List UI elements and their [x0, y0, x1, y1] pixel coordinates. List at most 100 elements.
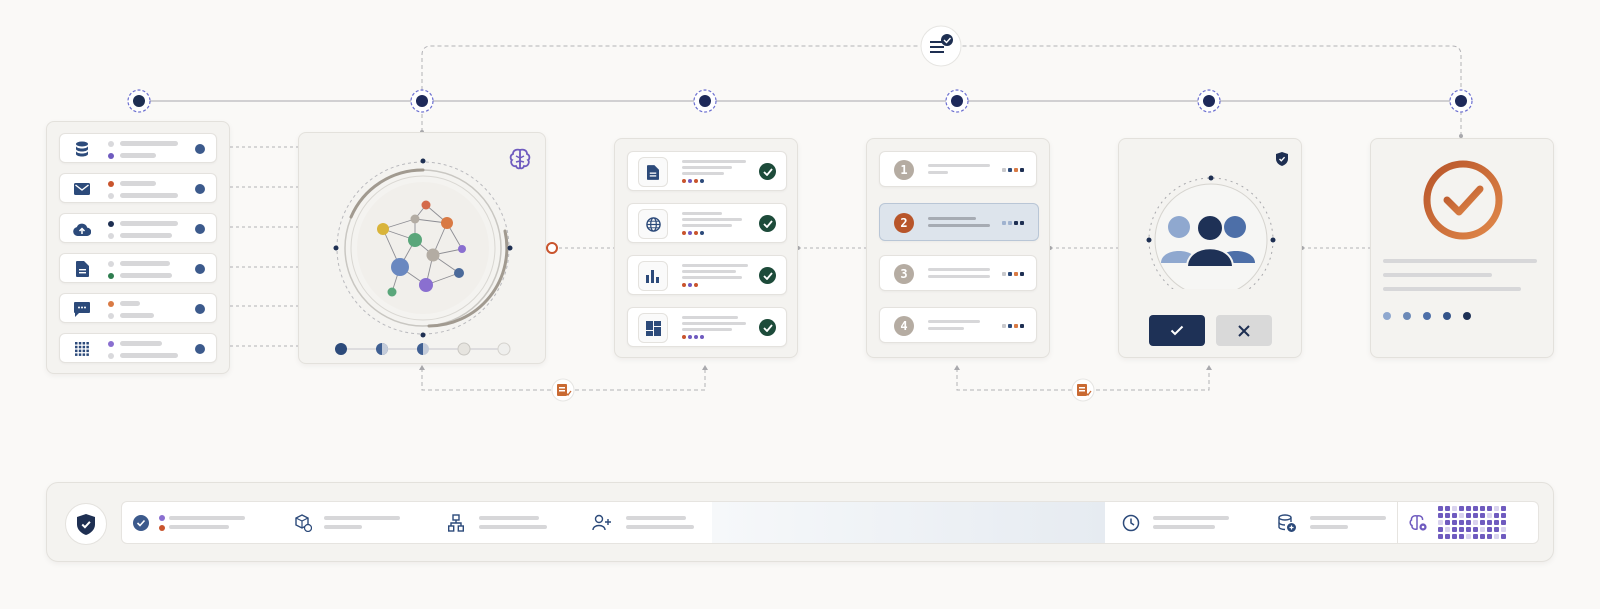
matrix-cell	[1501, 513, 1506, 518]
validated-item[interactable]	[627, 203, 787, 243]
matrix-cell	[1480, 520, 1485, 525]
matrix-cell	[1494, 513, 1499, 518]
review-task-icon[interactable]	[1071, 378, 1095, 402]
matrix-cell	[1480, 534, 1485, 539]
matrix-cell	[1494, 506, 1499, 511]
check-icon	[759, 267, 776, 284]
matrix-cell	[1452, 527, 1457, 532]
matrix-cell	[1501, 506, 1506, 511]
matrix-cell	[1459, 506, 1464, 511]
check-icon	[759, 163, 776, 180]
grid-icon	[74, 341, 90, 357]
matrix-cell	[1487, 534, 1492, 539]
source-row[interactable]	[59, 333, 217, 363]
database-add-icon	[1278, 514, 1296, 537]
dashboard-icon	[638, 313, 668, 343]
matrix-cell	[1438, 513, 1443, 518]
rank-item[interactable]: 4	[879, 307, 1037, 343]
source-row[interactable]	[59, 253, 217, 283]
review-list-icon[interactable]	[920, 25, 962, 67]
matrix-cell	[1494, 527, 1499, 532]
matrix-cell	[1487, 520, 1492, 525]
governance-bar	[46, 482, 1554, 562]
review-task-icon[interactable]	[551, 378, 575, 402]
source-row[interactable]	[59, 213, 217, 243]
status-strip	[121, 501, 1539, 544]
validated-item[interactable]	[627, 151, 787, 191]
rank-item-selected[interactable]: 2	[879, 203, 1039, 241]
check-icon	[1170, 325, 1184, 336]
brain-gear-icon	[1409, 514, 1428, 537]
check-circle-icon	[133, 515, 149, 536]
source-row[interactable]	[59, 293, 217, 323]
matrix-cell	[1501, 527, 1506, 532]
document-icon	[74, 261, 90, 277]
matrix-cell	[1459, 527, 1464, 532]
output-port-ring[interactable]	[545, 241, 559, 255]
source-row[interactable]	[59, 133, 217, 163]
ranking-panel: 1 2 3 4	[866, 138, 1050, 358]
user-add-icon	[592, 514, 612, 536]
stage-node[interactable]	[127, 89, 151, 113]
matrix-cell	[1445, 513, 1450, 518]
matrix-cell	[1487, 506, 1492, 511]
database-icon	[74, 141, 90, 157]
rank-item[interactable]: 3	[879, 255, 1037, 291]
rank-number: 1	[894, 160, 914, 180]
matrix-cell	[1466, 527, 1471, 532]
stage-node[interactable]	[945, 89, 969, 113]
matrix-cell	[1487, 513, 1492, 518]
matrix-cell	[1466, 520, 1471, 525]
stage-node[interactable]	[693, 89, 717, 113]
data-sources-panel	[46, 121, 230, 374]
mail-icon	[74, 181, 90, 197]
package-icon	[294, 514, 313, 537]
source-row[interactable]	[59, 173, 217, 203]
matrix-cell	[1494, 520, 1499, 525]
matrix-cell	[1452, 513, 1457, 518]
close-icon	[1238, 324, 1250, 337]
matrix-cell	[1480, 513, 1485, 518]
knowledge-graph-panel	[298, 132, 546, 364]
matrix-cell	[1473, 534, 1478, 539]
reject-button[interactable]	[1216, 315, 1272, 346]
validation-panel	[614, 138, 798, 358]
rank-number: 2	[894, 213, 914, 233]
matrix-cell	[1459, 520, 1464, 525]
matrix-cell	[1445, 506, 1450, 511]
validated-item[interactable]	[627, 255, 787, 295]
matrix-cell	[1445, 527, 1450, 532]
matrix-cell	[1445, 534, 1450, 539]
matrix-cell	[1480, 506, 1485, 511]
stage-node[interactable]	[1197, 89, 1221, 113]
validated-item[interactable]	[627, 307, 787, 347]
matrix-cell	[1466, 513, 1471, 518]
brain-chip-icon	[507, 147, 533, 171]
globe-icon	[638, 209, 668, 239]
matrix-cell	[1438, 527, 1443, 532]
rank-number: 3	[894, 264, 914, 284]
shield-check-icon	[65, 503, 107, 545]
token-matrix	[1438, 505, 1508, 542]
matrix-cell	[1466, 506, 1471, 511]
approve-button[interactable]	[1149, 315, 1205, 346]
matrix-cell	[1452, 506, 1457, 511]
matrix-cell	[1494, 534, 1499, 539]
stage-node[interactable]	[1449, 89, 1473, 113]
matrix-cell	[1438, 534, 1443, 539]
check-icon	[759, 319, 776, 336]
matrix-cell	[1452, 534, 1457, 539]
matrix-cell	[1473, 513, 1478, 518]
result-panel	[1370, 138, 1554, 358]
matrix-cell	[1487, 527, 1492, 532]
rank-number: 4	[894, 316, 914, 336]
matrix-cell	[1452, 520, 1457, 525]
stage-node[interactable]	[410, 89, 434, 113]
matrix-cell	[1438, 506, 1443, 511]
rank-item[interactable]: 1	[879, 151, 1037, 187]
matrix-cell	[1445, 520, 1450, 525]
matrix-cell	[1459, 513, 1464, 518]
clock-icon	[1122, 514, 1140, 537]
hierarchy-icon	[447, 514, 465, 537]
bar-chart-icon	[638, 261, 668, 291]
